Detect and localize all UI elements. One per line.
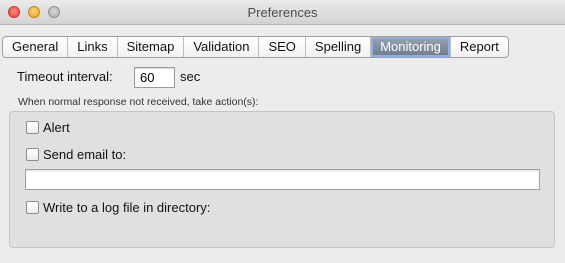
timeout-interval-input[interactable] (134, 67, 175, 88)
title-bar: Preferences (0, 0, 565, 25)
tab-report[interactable]: Report (451, 37, 508, 57)
timeout-interval-label: Timeout interval: (17, 69, 113, 84)
tab-monitoring[interactable]: Monitoring (371, 37, 451, 57)
alert-checkbox[interactable] (26, 121, 39, 134)
write-log-checkbox[interactable] (26, 201, 39, 214)
tab-spelling[interactable]: Spelling (306, 37, 372, 57)
action-caption: When normal response not received, take … (18, 96, 259, 108)
alert-label: Alert (43, 120, 70, 135)
timeout-unit-label: sec (180, 69, 201, 84)
tab-sitemap[interactable]: Sitemap (118, 37, 185, 57)
window-title: Preferences (247, 5, 318, 20)
write-log-label: Write to a log file in directory: (43, 200, 211, 215)
preferences-window: Preferences General Links Sitemap Valida… (0, 0, 565, 263)
send-email-checkbox[interactable] (26, 148, 39, 161)
send-email-label: Send email to: (43, 147, 127, 162)
preferences-tab-bar: General Links Sitemap Validation SEO Spe… (2, 36, 509, 58)
tab-seo[interactable]: SEO (259, 37, 306, 57)
tab-links[interactable]: Links (68, 37, 118, 57)
email-address-field[interactable] (25, 169, 540, 190)
tab-general[interactable]: General (3, 37, 69, 57)
tab-validation[interactable]: Validation (184, 37, 260, 57)
